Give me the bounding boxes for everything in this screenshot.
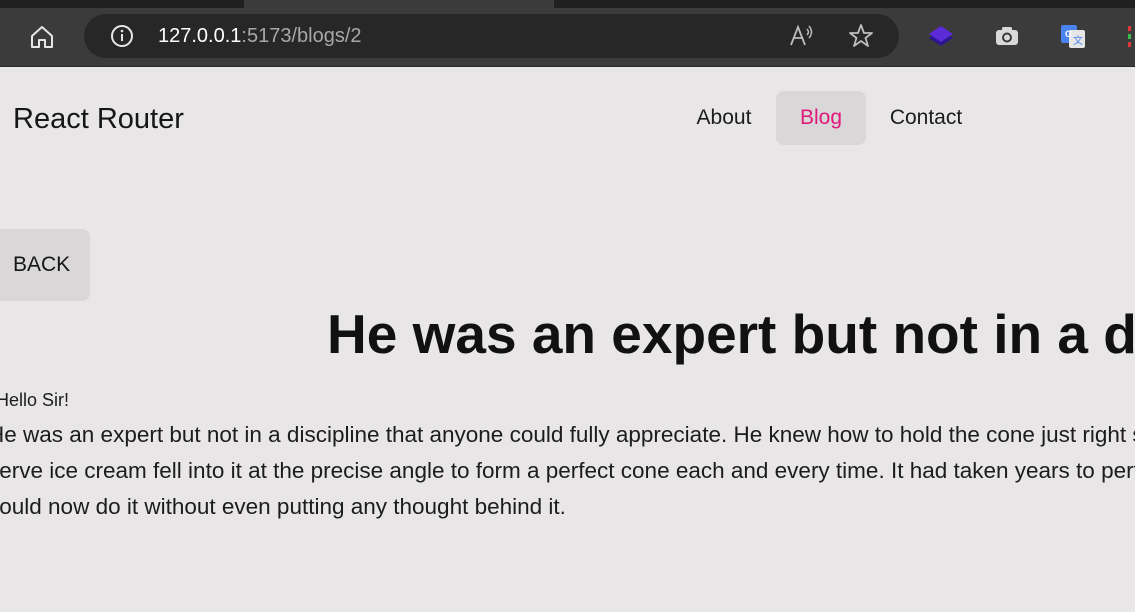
translate-extension-icon[interactable]: G 文 [1059,22,1087,50]
post-title: He was an expert but not in a discipline… [327,303,1135,365]
back-button[interactable]: BACK [0,229,90,301]
nav-link-blog[interactable]: Blog [776,91,866,145]
address-bar[interactable]: 127.0.0.1:5173/blogs/2 [84,14,899,58]
svg-text:文: 文 [1073,34,1083,47]
post-body: He was an expert but not in a discipline… [0,422,1135,519]
tab-strip [0,0,1135,8]
nav-link-about[interactable]: About [683,91,765,145]
browser-toolbar: 127.0.0.1:5173/blogs/2 G 文 [0,0,1135,67]
site-brand[interactable]: React Router [13,101,184,137]
url-path: :5173/blogs/2 [241,25,362,47]
favorite-star-icon[interactable] [848,23,874,49]
camera-extension-icon[interactable] [993,22,1021,50]
read-aloud-icon[interactable] [788,23,814,49]
url-text[interactable]: 127.0.0.1:5173/blogs/2 [158,24,362,48]
layers-extension-icon[interactable] [927,22,955,50]
post-greeting: Hello Sir! [0,390,70,410]
active-tab[interactable] [244,0,554,8]
svg-text:G: G [1065,29,1072,39]
url-host: 127.0.0.1 [158,25,242,47]
info-icon[interactable] [110,24,134,48]
page-content: React Router About Blog Contact BACK He … [0,67,1135,612]
partial-extension-icon[interactable] [1125,22,1135,50]
home-icon [31,26,53,48]
nav-link-contact[interactable]: Contact [878,91,974,145]
home-button[interactable] [24,20,60,54]
